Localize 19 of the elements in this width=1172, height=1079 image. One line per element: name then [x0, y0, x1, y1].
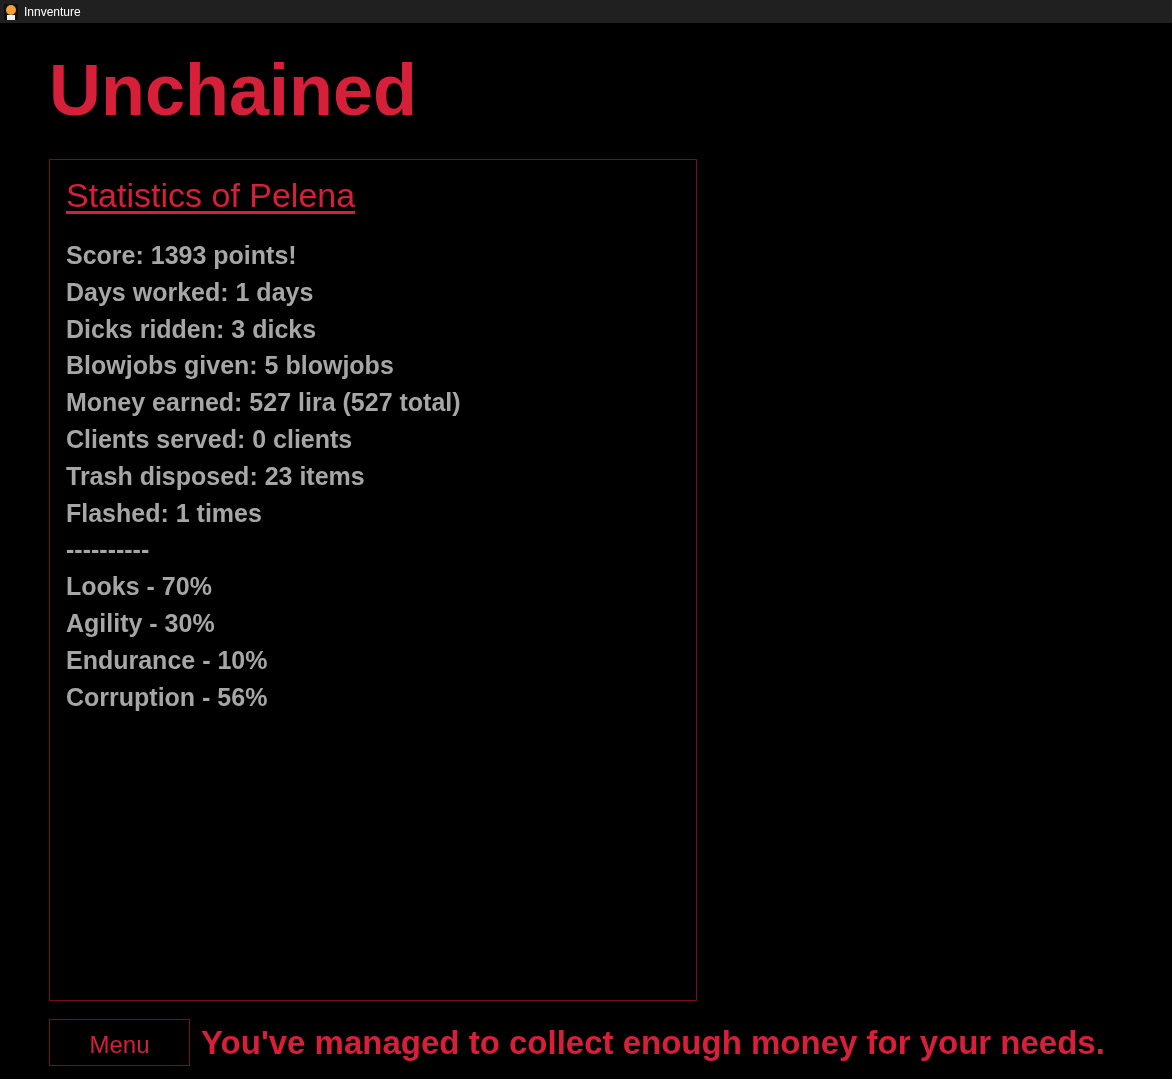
stat-line: Endurance - 10% — [66, 644, 269, 676]
menu-button[interactable]: Menu — [49, 1019, 190, 1066]
stat-line: Dicks ridden: 3 dicks — [66, 313, 318, 345]
app-icon — [4, 3, 18, 20]
stat-line: Trash disposed: 23 items — [66, 460, 366, 492]
stat-line: Days worked: 1 days — [66, 276, 315, 308]
stat-line: Score: 1393 points! — [66, 240, 298, 271]
stat-line: Flashed: 1 times — [66, 497, 263, 529]
stat-line: Blowjobs given: 5 blowjobs — [66, 350, 395, 382]
window-title: Innventure — [24, 4, 81, 19]
game-title: Unchained — [49, 49, 419, 132]
stat-line: Looks - 70% — [66, 571, 213, 603]
stat-line: Agility - 30% — [66, 607, 216, 639]
status-message: You've managed to collect enough money for your needs. — [201, 1023, 1105, 1062]
panel-title: Statistics of Pelena — [66, 176, 356, 215]
stat-line: Clients served: 0 clients — [66, 424, 354, 455]
stat-line: Money earned: 527 lira (527 total) — [66, 387, 462, 419]
stat-line: Corruption - 56% — [66, 681, 269, 713]
stat-line: ---------- — [66, 534, 151, 566]
